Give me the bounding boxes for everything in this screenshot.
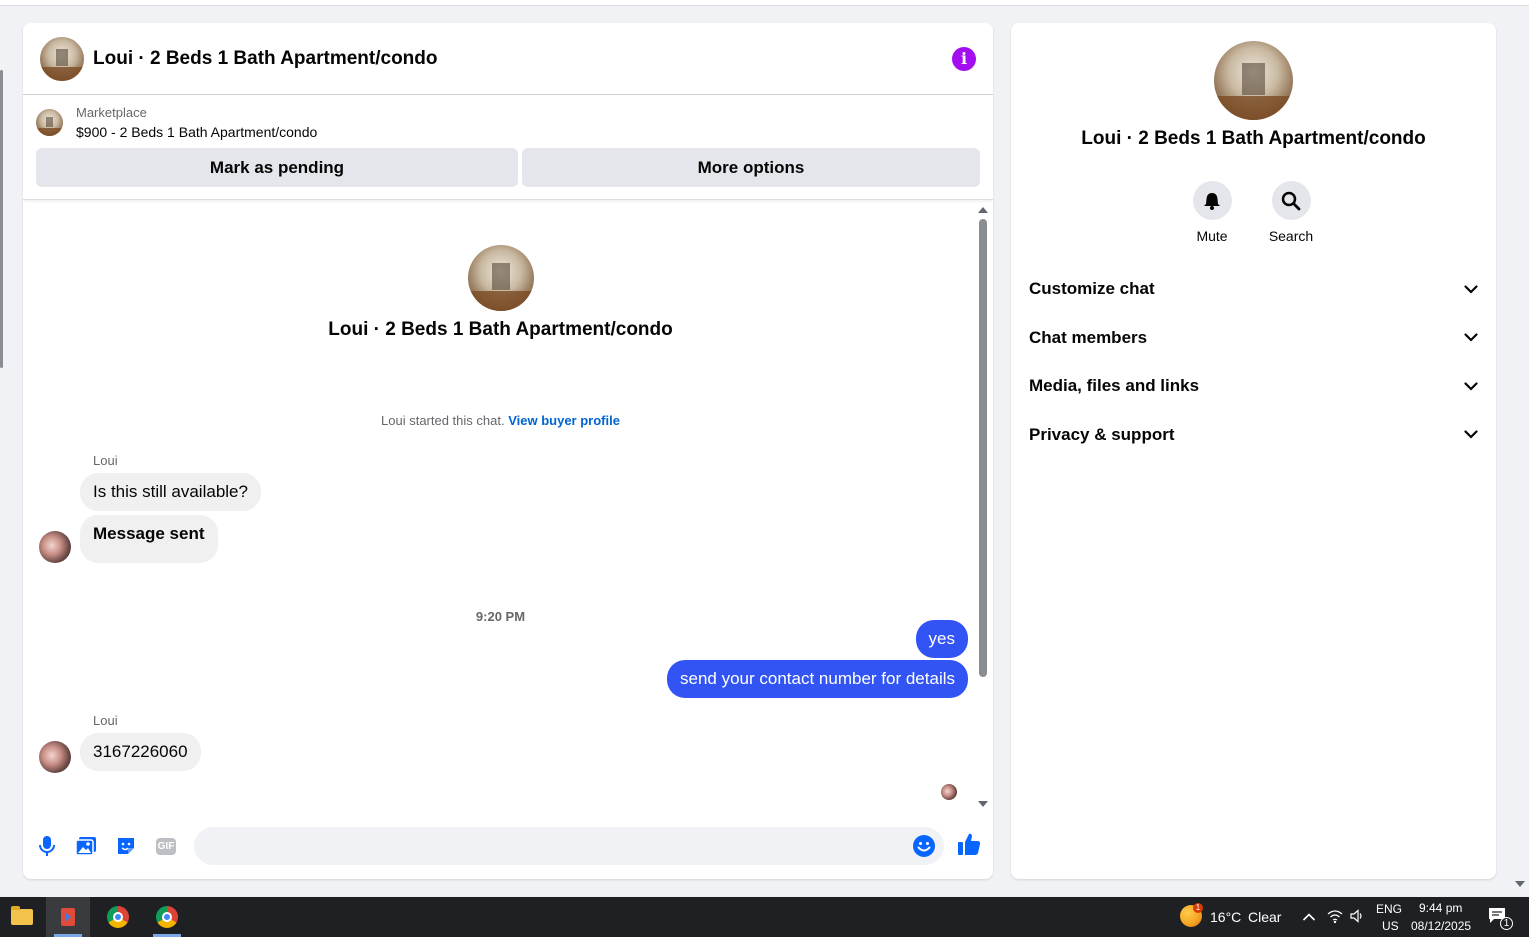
- marketplace-listing[interactable]: Marketplace $900 - 2 Beds 1 Bath Apartme…: [36, 105, 980, 140]
- listing-title: $900 - 2 Beds 1 Bath Apartment/condo: [76, 124, 318, 140]
- taskbar: 1 16°C Clear ENG US 9:44 pm 08/12/2025 1: [0, 897, 1529, 937]
- read-receipt-avatar: [941, 784, 957, 800]
- page-scroll-indicator[interactable]: [0, 70, 3, 368]
- sender-name: Loui: [93, 453, 118, 468]
- chrome-profile-icon[interactable]: [145, 897, 189, 937]
- bell-icon: [1192, 181, 1232, 220]
- search-label: Search: [1268, 228, 1314, 244]
- chevron-down-icon: [1464, 333, 1478, 342]
- message-bubble-incoming[interactable]: Is this still available?: [80, 473, 261, 511]
- mic-icon[interactable]: [34, 833, 60, 859]
- volume-icon[interactable]: [1349, 908, 1365, 929]
- clock-date[interactable]: 08/12/2025: [1411, 919, 1471, 933]
- weather-condition[interactable]: Clear: [1248, 909, 1281, 925]
- section-chat-members[interactable]: Chat members: [1011, 314, 1496, 363]
- search-icon: [1271, 181, 1311, 220]
- sender-avatar[interactable]: [39, 531, 71, 563]
- sticker-icon[interactable]: [113, 833, 139, 859]
- language-indicator[interactable]: ENG: [1376, 902, 1402, 916]
- mute-label: Mute: [1196, 228, 1228, 244]
- weather-badge: 1: [1193, 903, 1203, 913]
- message-bubble-outgoing[interactable]: send your contact number for details: [667, 660, 968, 698]
- temperature[interactable]: 16°C: [1210, 909, 1241, 925]
- section-privacy-support[interactable]: Privacy & support: [1011, 411, 1496, 460]
- chevron-up-icon[interactable]: [1302, 909, 1316, 927]
- message-scrollbar[interactable]: [978, 203, 988, 813]
- app-taskbar-icon[interactable]: [46, 897, 90, 937]
- chat-details-panel: Loui · 2 Beds 1 Bath Apartment/condo Mut…: [1011, 23, 1496, 879]
- mark-as-pending-button[interactable]: Mark as pending: [36, 148, 518, 187]
- message-list[interactable]: Loui · 2 Beds 1 Bath Apartment/condo Lou…: [23, 203, 993, 813]
- chevron-down-icon: [1464, 285, 1478, 294]
- section-media-files-links[interactable]: Media, files and links: [1011, 362, 1496, 411]
- chevron-down-icon: [1464, 382, 1478, 391]
- message-bubble-outgoing[interactable]: yes: [915, 620, 968, 658]
- chat-title[interactable]: Loui · 2 Beds 1 Bath Apartment/condo: [93, 48, 952, 70]
- wifi-icon[interactable]: [1327, 908, 1343, 929]
- chat-started-notice: Loui started this chat. View buyer profi…: [23, 413, 978, 428]
- listing-avatar[interactable]: [40, 36, 84, 81]
- message-composer: GIF: [23, 823, 993, 871]
- more-options-button[interactable]: More options: [522, 148, 980, 187]
- browser-top-strip: [0, 0, 1529, 6]
- message-bubble-incoming[interactable]: 3167226060: [80, 733, 201, 771]
- section-customize-chat[interactable]: Customize chat: [1011, 265, 1496, 314]
- listing-text: Marketplace $900 - 2 Beds 1 Bath Apartme…: [76, 105, 317, 140]
- region-indicator[interactable]: US: [1382, 919, 1399, 933]
- section-label: Privacy & support: [1029, 424, 1175, 444]
- file-explorer-icon[interactable]: [0, 897, 44, 937]
- listing-thumbnail: [36, 109, 63, 136]
- marketplace-actions: Mark as pending More options: [36, 148, 980, 187]
- info-icon[interactable]: i: [952, 46, 976, 71]
- message-sent-bubble[interactable]: Message sent: [80, 515, 218, 563]
- sender-avatar[interactable]: [39, 741, 71, 773]
- clock-time[interactable]: 9:44 pm: [1419, 901, 1462, 915]
- conversation-avatar: [468, 245, 534, 311]
- mute-button[interactable]: Mute: [1182, 181, 1242, 244]
- details-avatar[interactable]: [1214, 41, 1293, 120]
- chevron-down-icon: [1464, 430, 1478, 439]
- thumbs-up-icon[interactable]: [956, 831, 984, 859]
- marketplace-banner: Marketplace $900 - 2 Beds 1 Bath Apartme…: [23, 95, 993, 200]
- view-buyer-profile-link[interactable]: View buyer profile: [508, 413, 620, 428]
- started-text: Loui started this chat.: [381, 413, 505, 428]
- details-name: Loui · 2 Beds 1 Bath Apartment/condo: [1081, 128, 1426, 149]
- gif-icon[interactable]: GIF: [153, 833, 179, 859]
- section-label: Customize chat: [1029, 279, 1155, 299]
- message-timestamp: 9:20 PM: [475, 609, 526, 624]
- chrome-icon[interactable]: [96, 897, 140, 937]
- emoji-icon[interactable]: [912, 834, 936, 858]
- chat-header: Loui · 2 Beds 1 Bath Apartment/condo i: [23, 23, 993, 95]
- details-sections: Customize chat Chat members Media, files…: [1011, 265, 1496, 459]
- chat-panel: Loui · 2 Beds 1 Bath Apartment/condo i M…: [23, 23, 993, 879]
- notification-count: 1: [1500, 917, 1513, 930]
- marketplace-label: Marketplace: [76, 105, 147, 120]
- message-input[interactable]: [194, 827, 944, 865]
- conversation-name: Loui · 2 Beds 1 Bath Apartment/condo: [328, 319, 673, 340]
- photo-icon[interactable]: [73, 833, 99, 859]
- page-scroll-down-arrow[interactable]: [1515, 881, 1525, 887]
- section-label: Media, files and links: [1029, 376, 1200, 396]
- search-button[interactable]: Search: [1261, 181, 1321, 244]
- scroll-down-arrow[interactable]: [978, 801, 988, 807]
- scroll-thumb[interactable]: [979, 219, 987, 677]
- sender-name: Loui: [93, 713, 118, 728]
- section-label: Chat members: [1029, 327, 1148, 347]
- scroll-up-arrow[interactable]: [978, 207, 988, 213]
